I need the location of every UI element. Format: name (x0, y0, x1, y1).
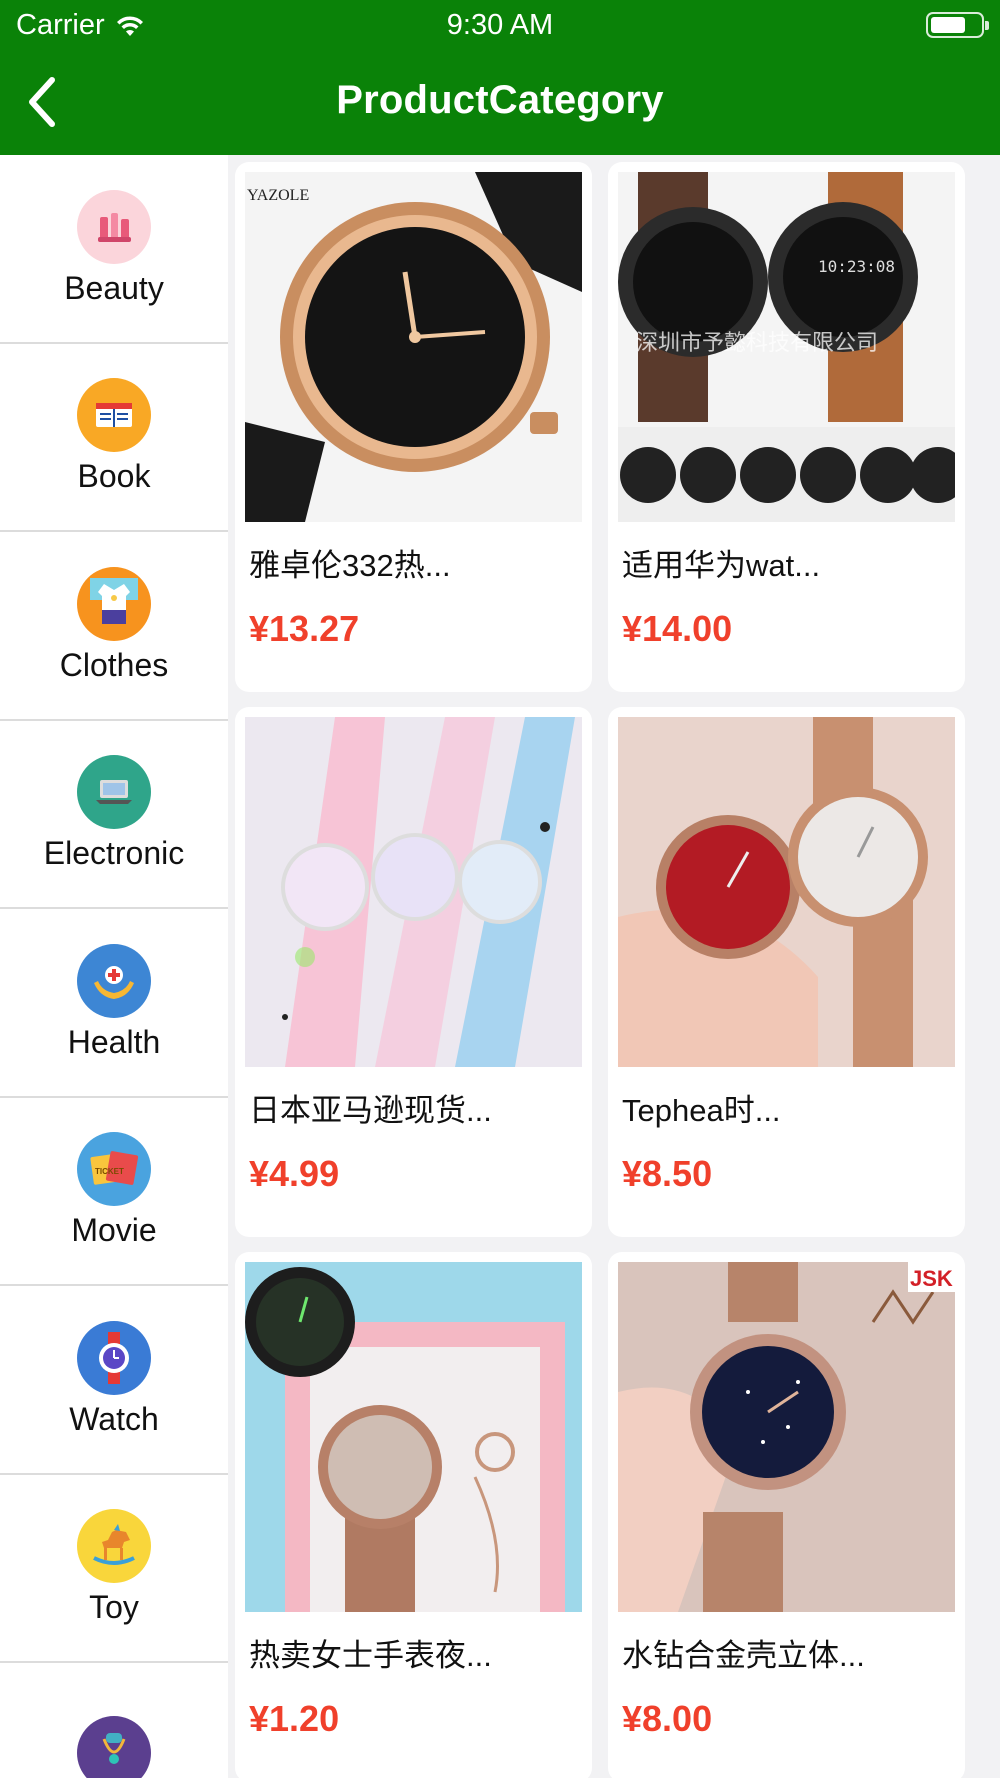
product-card[interactable]: 日本亚马逊现货... ¥4.99 (235, 707, 592, 1237)
product-card[interactable]: JSK 水钻合金壳立体... ¥8.00 (608, 1252, 965, 1778)
laptop-icon (77, 755, 151, 830)
category-label: Movie (71, 1212, 157, 1249)
book-icon (77, 378, 151, 453)
product-price: ¥1.20 (249, 1698, 340, 1739)
product-price: ¥4.99 (249, 1153, 340, 1194)
svg-text:TICKET: TICKET (95, 1167, 124, 1176)
health-icon (77, 943, 151, 1018)
category-label: Toy (89, 1589, 139, 1626)
product-card[interactable]: 10:23:08 深圳市予懿科技有限公司 适用华为wat... ¥14.00 (608, 162, 965, 692)
category-label: Clothes (59, 646, 169, 683)
header: Carrier 9:30 AM ProductCategory (0, 0, 1000, 155)
product-name: 日本亚马逊现货... (249, 1093, 492, 1128)
necklace-icon (77, 1716, 151, 1778)
battery-icon (926, 12, 989, 38)
category-label: Beauty (64, 269, 164, 306)
product-name: 适用华为wat... (622, 548, 821, 583)
category-watch[interactable]: Watch (0, 1286, 228, 1475)
product-image (618, 717, 955, 1067)
product-price: ¥13.27 (249, 608, 360, 649)
beauty-icon (77, 189, 151, 264)
page-title: ProductCategory (336, 78, 664, 122)
category-label: Electronic (43, 835, 185, 872)
product-name: 热卖女士手表夜... (249, 1638, 492, 1673)
category-clothes[interactable]: Clothes (0, 532, 228, 721)
rocking-horse-icon (77, 1509, 151, 1584)
product-price: ¥8.00 (622, 1698, 713, 1739)
product-name: 雅卓伦332热... (249, 548, 451, 583)
category-book[interactable]: Book (0, 344, 228, 532)
clock: 9:30 AM (446, 9, 554, 41)
brand-text: YAZOLE (247, 187, 309, 204)
product-image: YAZOLE (245, 172, 582, 522)
product-price: ¥8.50 (622, 1153, 713, 1194)
category-movie[interactable]: TICKET Movie (0, 1098, 228, 1286)
category-health[interactable]: Health (0, 909, 228, 1098)
category-label: Health (67, 1023, 161, 1060)
product-image (245, 1262, 582, 1612)
nav-bar: ProductCategory (0, 60, 1000, 145)
product-card[interactable]: YAZOLE 雅卓伦332热... ¥13.27 (235, 162, 592, 692)
clothes-icon (77, 566, 151, 641)
product-name: 水钻合金壳立体... (622, 1638, 865, 1673)
product-image: 10:23:08 深圳市予懿科技有限公司 (618, 172, 955, 522)
product-card[interactable]: Tephea时... ¥8.50 (608, 707, 965, 1237)
product-price: ¥14.00 (622, 608, 733, 649)
product-image: JSK (618, 1262, 955, 1612)
watermark-text: 深圳市予懿科技有限公司 (636, 331, 878, 356)
brand-text: JSK (910, 1266, 953, 1291)
product-card[interactable]: 热卖女士手表夜... ¥1.20 (235, 1252, 592, 1778)
category-electronic[interactable]: Electronic (0, 721, 228, 909)
status-bar: Carrier 9:30 AM (0, 0, 1000, 50)
category-jewelry[interactable] (0, 1663, 228, 1778)
watch-icon (77, 1320, 151, 1395)
product-image (245, 717, 582, 1067)
product-name: Tephea时... (622, 1093, 781, 1128)
category-beauty[interactable]: Beauty (0, 155, 228, 344)
category-sidebar: Beauty Book Clothes Electronic Health TI… (0, 155, 228, 1778)
svg-text:10:23:08: 10:23:08 (818, 257, 895, 276)
category-label: Watch (69, 1400, 159, 1437)
category-toy[interactable]: Toy (0, 1475, 228, 1663)
category-label: Book (77, 458, 151, 495)
ticket-icon: TICKET (77, 1132, 151, 1207)
